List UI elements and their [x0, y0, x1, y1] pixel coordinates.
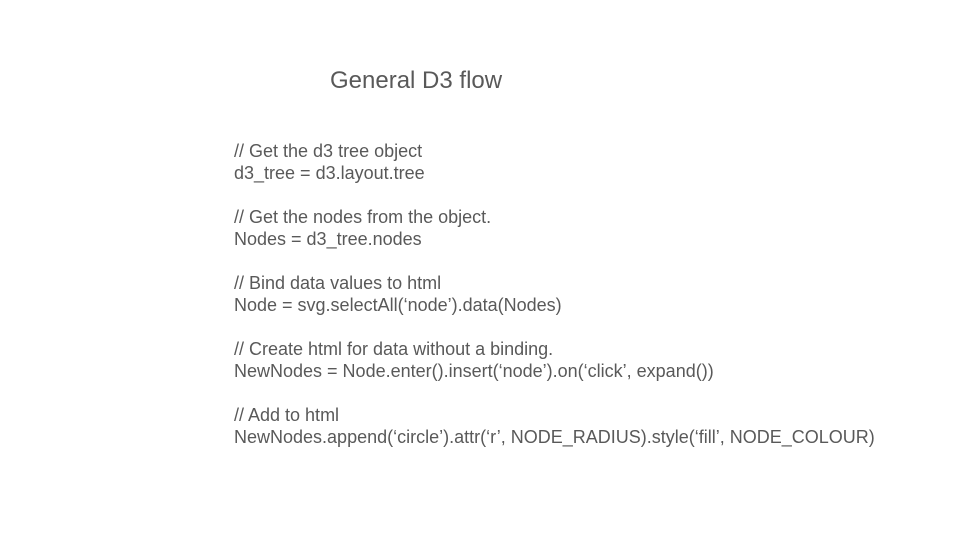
code-statement: NewNodes.append(‘circle’).attr(‘r’, NODE… [234, 427, 875, 447]
code-block-create-html: // Create html for data without a bindin… [234, 338, 934, 382]
code-statement: Node = svg.selectAll(‘node’).data(Nodes) [234, 295, 562, 315]
slide-title: General D3 flow [330, 67, 503, 94]
code-body: // Get the d3 tree object d3_tree = d3.l… [234, 140, 934, 470]
code-comment: // Create html for data without a bindin… [234, 339, 554, 359]
code-statement: NewNodes = Node.enter().insert(‘node’).o… [234, 361, 714, 381]
code-block-get-tree: // Get the d3 tree object d3_tree = d3.l… [234, 140, 934, 184]
code-block-add-to-html: // Add to html NewNodes.append(‘circle’)… [234, 404, 934, 448]
code-block-get-nodes: // Get the nodes from the object. Nodes … [234, 206, 934, 250]
code-comment: // Bind data values to html [234, 273, 442, 293]
code-comment: // Get the d3 tree object [234, 141, 423, 161]
code-statement: d3_tree = d3.layout.tree [234, 163, 425, 183]
code-comment: // Add to html [234, 405, 340, 425]
slide: General D3 flow // Get the d3 tree objec… [0, 0, 960, 540]
code-block-bind-data: // Bind data values to html Node = svg.s… [234, 272, 934, 316]
code-statement: Nodes = d3_tree.nodes [234, 229, 422, 249]
code-comment: // Get the nodes from the object. [234, 207, 492, 227]
